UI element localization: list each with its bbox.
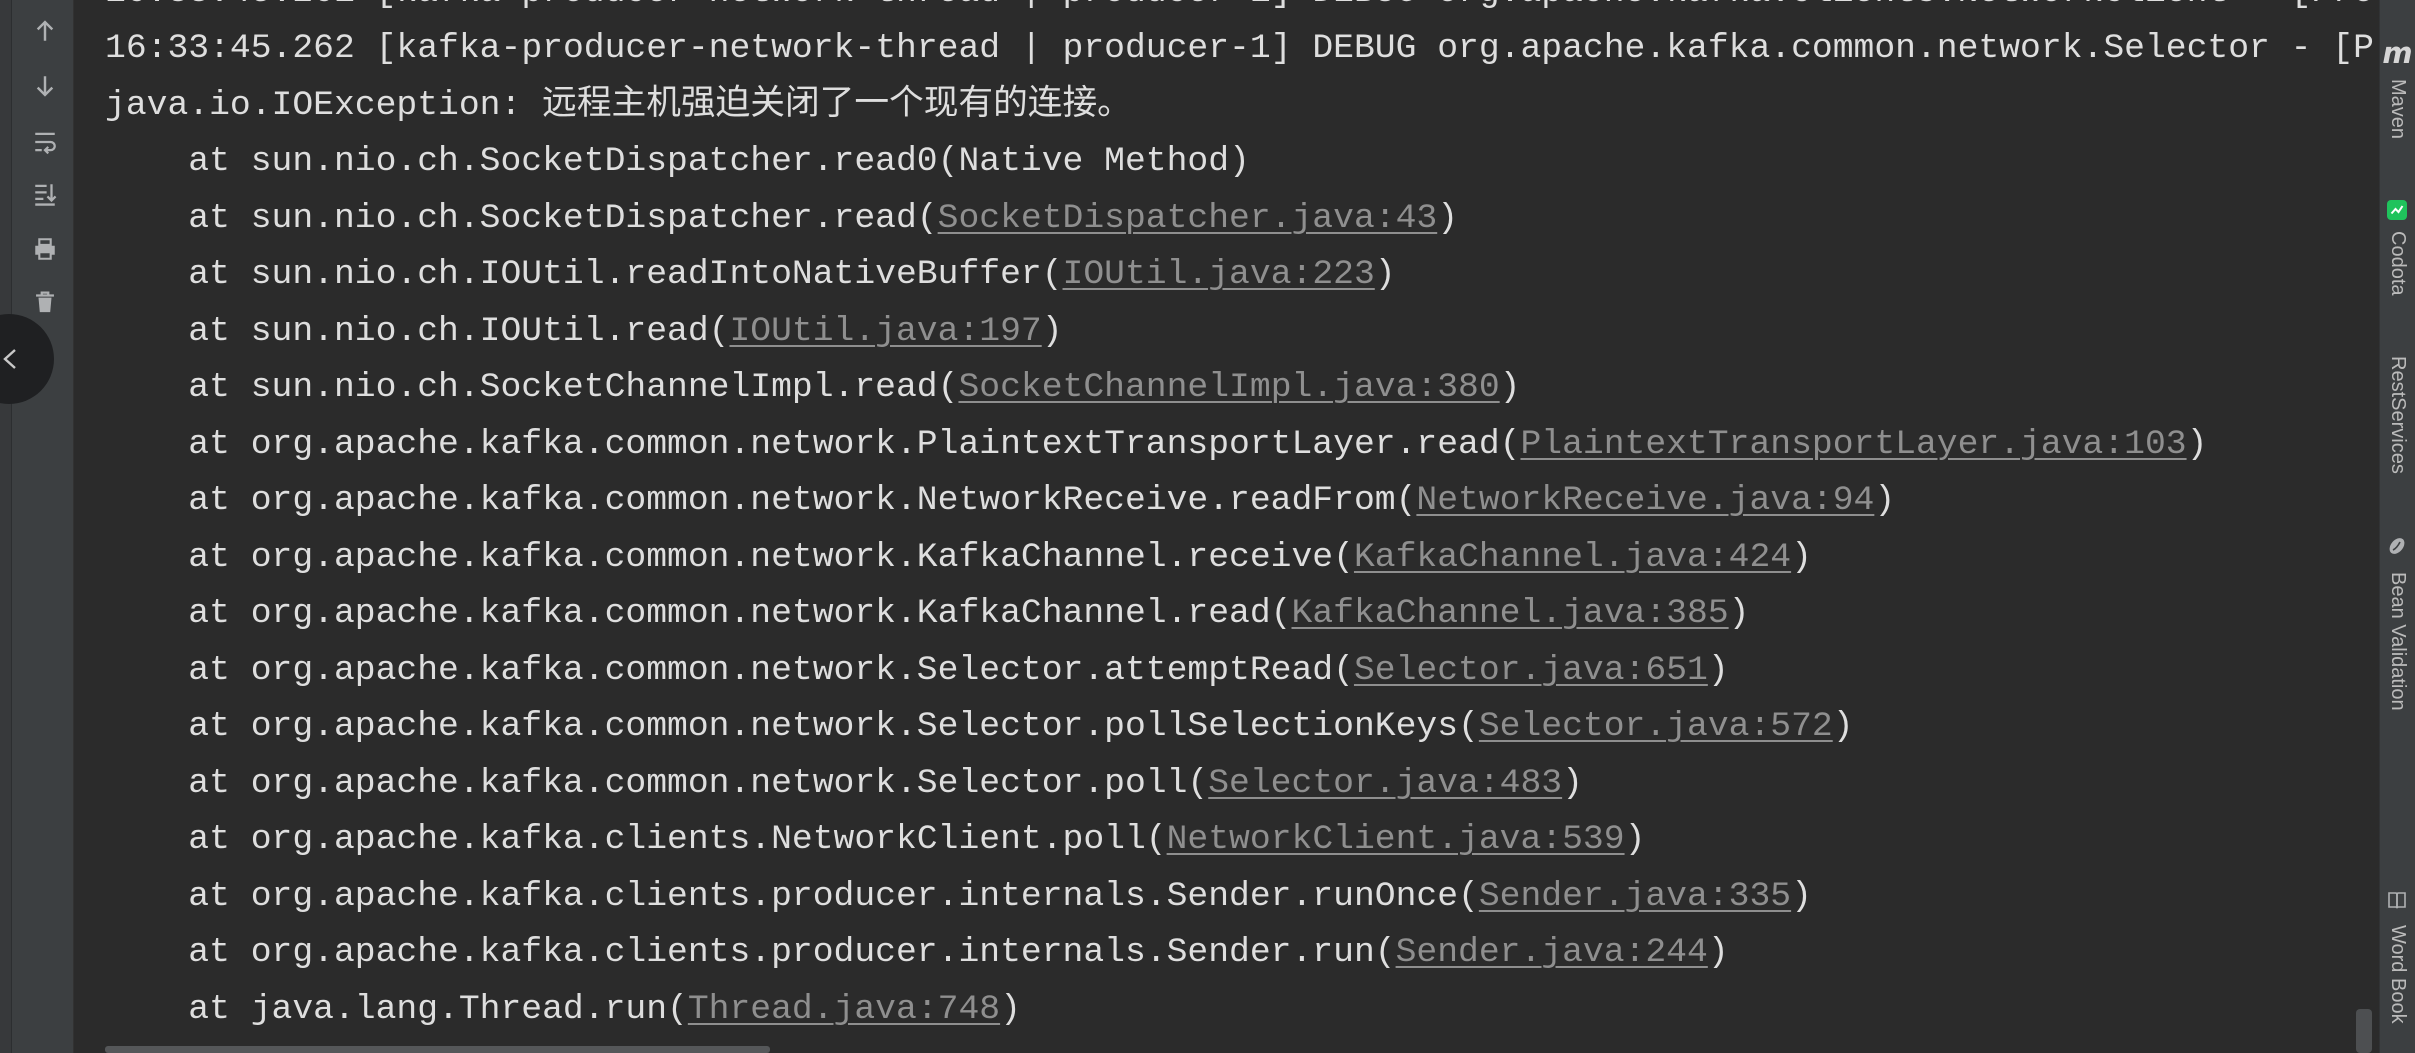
source-link[interactable]: IOUtil.java:197 (729, 312, 1041, 351)
source-link[interactable]: PlaintextTransportLayer.java:103 (1520, 425, 2186, 464)
stack-frame: at sun.nio.ch.IOUtil.readIntoNativeBuffe… (105, 247, 2374, 304)
stack-frame: at org.apache.kafka.clients.NetworkClien… (105, 812, 2374, 869)
source-link[interactable]: Selector.java:483 (1208, 764, 1562, 803)
left-edge-strip (0, 0, 12, 1053)
word-book-icon (2386, 889, 2408, 911)
stack-frame: at org.apache.kafka.common.network.Selec… (105, 643, 2374, 700)
stack-frame: at org.apache.kafka.clients.producer.int… (105, 869, 2374, 926)
frame-method: at org.apache.kafka.common.network.Selec… (188, 650, 1354, 690)
frame-close-paren: ) (1728, 594, 1750, 633)
sidebar-tab-codota[interactable]: Codota (2380, 197, 2415, 312)
frame-close-paren: ) (1437, 198, 1459, 238)
frame-close-paren: ) (1791, 537, 1812, 577)
right-tool-stripe: m Maven Codota RestServices Bean Validat… (2379, 0, 2415, 1053)
print-icon (35, 238, 55, 260)
codota-icon (2386, 199, 2408, 221)
source-link[interactable]: NetworkClient.java:539 (1167, 820, 1625, 859)
frame-close-paren: ) (1874, 481, 1896, 520)
console-lines: 16:33:45.261 [kafka-producer-network-thr… (105, 0, 2374, 1038)
stack-frame: at org.apache.kafka.common.network.Kafka… (105, 586, 2374, 643)
frame-method: at org.apache.kafka.clients.producer.int… (188, 933, 1396, 972)
stack-frame: at sun.nio.ch.SocketChannelImpl.read(Soc… (105, 360, 2374, 417)
arrow-down-icon (36, 76, 54, 97)
sidebar-tab-label: Codota (2387, 231, 2409, 296)
stack-frame: at sun.nio.ch.SocketDispatcher.read0(Nat… (105, 134, 2374, 191)
stack-frame: at org.apache.kafka.common.network.Plain… (105, 417, 2374, 474)
frame-close-paren: ) (1624, 820, 1646, 859)
frame-close-paren: ) (1041, 311, 1063, 351)
sidebar-tab-restservices[interactable]: RestServices (2380, 356, 2415, 496)
horizontal-scrollbar[interactable] (105, 1046, 770, 1053)
frame-method: at sun.nio.ch.SocketDispatcher.read0(Nat… (188, 142, 1250, 181)
sidebar-tab-label: RestServices (2387, 356, 2409, 474)
maven-icon: m (2382, 36, 2413, 70)
console-output: 16:33:45.261 [kafka-producer-network-thr… (74, 0, 2379, 1053)
frame-close-paren: ) (1791, 876, 1812, 916)
frame-method: at sun.nio.ch.SocketChannelImpl.read( (188, 368, 959, 407)
sidebar-tab-label: Bean Validation (2387, 572, 2409, 711)
sidebar-tab-word-book[interactable]: Word Book (2380, 889, 2415, 1053)
frame-method: at sun.nio.ch.SocketDispatcher.read( (188, 198, 938, 238)
scroll-to-end-button[interactable] (32, 181, 58, 207)
frame-method: at sun.nio.ch.IOUtil.read( (188, 311, 730, 351)
print-button[interactable] (32, 236, 58, 262)
bean-validation-icon (2386, 535, 2408, 557)
frame-method: at org.apache.kafka.clients.NetworkClien… (188, 820, 1167, 859)
source-link[interactable]: Sender.java:244 (1396, 933, 1708, 972)
stack-frame: at java.lang.Thread.run(Thread.java:748) (105, 982, 2374, 1039)
frame-method: at org.apache.kafka.clients.producer.int… (188, 876, 1479, 916)
vertical-scrollbar[interactable] (2356, 1009, 2372, 1053)
soft-wrap-button[interactable] (32, 129, 58, 155)
sidebar-tab-bean-validation[interactable]: Bean Validation (2380, 535, 2415, 740)
arrow-up-icon (36, 20, 54, 41)
exception-line: java.io.IOException: 远程主机强迫关闭了一个现有的连接。 (105, 85, 1132, 125)
frame-method: at org.apache.kafka.common.network.Netwo… (188, 481, 1417, 520)
soft-wrap-icon (35, 132, 56, 155)
stack-trace-down-button[interactable] (32, 73, 58, 99)
chevron-left-icon (3, 349, 16, 369)
frame-close-paren: ) (2186, 424, 2208, 464)
trash-icon (36, 291, 54, 313)
stack-frame: at sun.nio.ch.IOUtil.read(IOUtil.java:19… (105, 304, 2374, 361)
source-link[interactable]: SocketDispatcher.java:43 (938, 199, 1438, 238)
source-link[interactable]: Sender.java:335 (1479, 877, 1791, 916)
source-link[interactable]: Thread.java:748 (688, 990, 1000, 1029)
log-line: 16:33:45.261 [kafka-producer-network-thr… (105, 0, 2374, 21)
frame-close-paren: ) (1707, 933, 1729, 972)
frame-method: at org.apache.kafka.common.network.Plain… (188, 424, 1521, 464)
frame-method: at org.apache.kafka.common.network.Selec… (188, 763, 1209, 803)
stack-frame: at org.apache.kafka.common.network.Kafka… (105, 530, 2374, 587)
sidebar-tab-maven[interactable]: m Maven (2380, 38, 2415, 158)
frame-method: at org.apache.kafka.common.network.Kafka… (188, 537, 1354, 577)
source-link[interactable]: Selector.java:651 (1354, 651, 1708, 690)
frame-method: at org.apache.kafka.common.network.Kafka… (188, 594, 1292, 633)
stack-frame: at org.apache.kafka.common.network.Selec… (105, 756, 2374, 813)
source-link[interactable]: NetworkReceive.java:94 (1416, 481, 1874, 520)
source-link[interactable]: KafkaChannel.java:424 (1354, 538, 1791, 577)
frame-method: at org.apache.kafka.common.network.Selec… (188, 707, 1479, 746)
stack-frame: at sun.nio.ch.SocketDispatcher.read(Sock… (105, 191, 2374, 248)
sidebar-tab-label: Word Book (2387, 925, 2409, 1024)
source-link[interactable]: IOUtil.java:223 (1063, 255, 1375, 294)
frame-method: at java.lang.Thread.run( (188, 989, 688, 1029)
stack-frame: at org.apache.kafka.common.network.Netwo… (105, 473, 2374, 530)
frame-close-paren: ) (1499, 368, 1521, 407)
console-toolbar (12, 0, 74, 1053)
stack-frame: at org.apache.kafka.common.network.Selec… (105, 699, 2374, 756)
stack-trace-up-button[interactable] (32, 18, 58, 44)
scroll-to-end-icon (35, 184, 57, 206)
source-link[interactable]: SocketChannelImpl.java:380 (958, 368, 1499, 407)
source-link[interactable]: KafkaChannel.java:385 (1292, 594, 1729, 633)
sidebar-tab-label: Maven (2387, 79, 2409, 140)
stack-frame: at org.apache.kafka.clients.producer.int… (105, 925, 2374, 982)
source-link[interactable]: Selector.java:572 (1479, 707, 1833, 746)
frame-close-paren: ) (1707, 650, 1729, 690)
frame-close-paren: ) (1562, 763, 1583, 803)
frame-close-paren: ) (1374, 255, 1396, 294)
clear-all-button[interactable] (32, 289, 58, 315)
frame-method: at sun.nio.ch.IOUtil.readIntoNativeBuffe… (188, 255, 1063, 294)
log-line: 16:33:45.262 [kafka-producer-network-thr… (105, 29, 2374, 68)
frame-close-paren: ) (1832, 707, 1854, 746)
frame-close-paren: ) (1000, 989, 1021, 1029)
